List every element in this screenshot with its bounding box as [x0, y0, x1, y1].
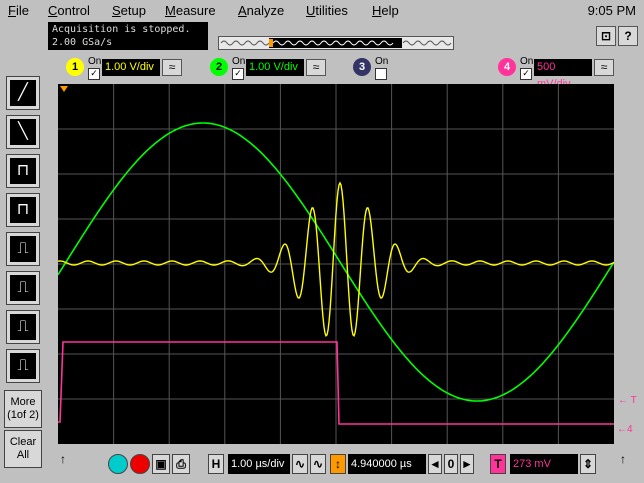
- channel-3-badge[interactable]: 3: [353, 58, 371, 76]
- trigger-sidebar: ╱ ╲ ⊓ ⊓ ⎍ ⎍ ⎍ ⎍ More (1of 2) Clear All: [0, 60, 46, 470]
- pulse-width-trigger-button[interactable]: ⊓: [6, 193, 40, 227]
- delay-zero-button[interactable]: 0: [444, 454, 458, 474]
- menu-control[interactable]: Control: [48, 3, 90, 18]
- channel-4-checkbox[interactable]: ✓: [520, 68, 532, 80]
- channel-4-ground-num: 4: [627, 424, 633, 435]
- more-button[interactable]: More (1of 2): [4, 390, 42, 428]
- stop-button[interactable]: [130, 454, 150, 474]
- channel-3-group: 3 On: [353, 56, 393, 80]
- channel-1-checkbox[interactable]: ✓: [88, 68, 100, 80]
- delay-right-button[interactable]: ►: [460, 454, 474, 474]
- channel-4-badge[interactable]: 4: [498, 58, 516, 76]
- menu-help[interactable]: Help: [372, 3, 399, 18]
- channel-3-on-label: On: [375, 56, 389, 67]
- falling-edge-trigger-button[interactable]: ╲: [6, 115, 40, 149]
- channel-2-checkbox[interactable]: ✓: [232, 68, 244, 80]
- waveform-display[interactable]: [57, 84, 615, 444]
- memory-overview-bar[interactable]: [218, 36, 454, 50]
- pulse-width-icon: ⊓: [10, 197, 36, 223]
- pattern-icon: ⎍: [10, 236, 36, 262]
- channel-1-settings-button[interactable]: ≈: [162, 59, 182, 76]
- channel-2-scale[interactable]: 1.00 V/div: [246, 59, 304, 76]
- menu-setup[interactable]: Setup: [112, 3, 146, 18]
- channel-2-settings-button[interactable]: ≈: [306, 59, 326, 76]
- channel-1-scale[interactable]: 1.00 V/div: [102, 59, 160, 76]
- trigger-level-field[interactable]: 273 mV: [510, 454, 578, 474]
- falling-edge-icon: ╲: [10, 119, 36, 145]
- horizontal-button[interactable]: H: [208, 454, 224, 474]
- overview-window-waveform: [272, 40, 394, 46]
- timeout-trigger-button[interactable]: ⎍: [6, 310, 40, 344]
- channel-row: 1 On ✓ 1.00 V/div ≈ 2 On ✓ 1.00 V/div ≈ …: [48, 52, 644, 90]
- timeout-icon: ⎍: [10, 314, 36, 340]
- menu-analyze[interactable]: Analyze: [238, 3, 284, 18]
- run-button[interactable]: [108, 454, 128, 474]
- timebase-field[interactable]: 1.00 µs/div: [228, 454, 290, 474]
- rising-edge-trigger-button[interactable]: ╱: [6, 76, 40, 110]
- clear-all-button[interactable]: Clear All: [4, 430, 42, 468]
- window-icon: ⎍: [10, 353, 36, 379]
- window-trigger-button[interactable]: ⎍: [6, 349, 40, 383]
- timebase-decrease-button[interactable]: ∿: [292, 454, 308, 474]
- channel-4-group: 4 On ✓ 500 mV/div ≈: [498, 56, 638, 90]
- channel-2-badge[interactable]: 2: [210, 58, 228, 76]
- overview-window[interactable]: [269, 38, 402, 48]
- channel-2-group: 2 On ✓ 1.00 V/div ≈: [210, 56, 340, 80]
- menu-file[interactable]: File: [8, 3, 29, 18]
- status-panel: Acquisition is stopped. 2.00 GSa/s: [48, 22, 208, 50]
- trigger-level-marker: ← T: [618, 395, 637, 406]
- channel-4-settings-button[interactable]: ≈: [594, 59, 614, 76]
- glitch-icon: ⊓: [10, 158, 36, 184]
- channel-1-group: 1 On ✓ 1.00 V/div ≈: [66, 56, 196, 80]
- delay-left-button[interactable]: ◄: [428, 454, 442, 474]
- state-icon: ⎍: [10, 275, 36, 301]
- timebase-increase-button[interactable]: ∿: [310, 454, 326, 474]
- status-sample-rate: 2.00 GSa/s: [52, 37, 113, 48]
- delay-field[interactable]: 4.940000 µs: [348, 454, 426, 474]
- state-trigger-button[interactable]: ⎍: [6, 271, 40, 305]
- maximize-button[interactable]: ⊡: [596, 26, 616, 46]
- print-icon[interactable]: ⎙: [172, 454, 190, 474]
- channel-4-scale[interactable]: 500 mV/div: [534, 59, 592, 90]
- channel-4-ground-marker: ←4: [617, 424, 633, 435]
- trigger-position-marker: [60, 86, 68, 92]
- trigger-source-button[interactable]: T: [490, 454, 506, 474]
- menu-bar: File Control Setup Measure Analyze Utili…: [0, 0, 644, 22]
- overview-trigger-marker: [269, 39, 273, 47]
- menu-utilities[interactable]: Utilities: [306, 3, 348, 18]
- glitch-trigger-button[interactable]: ⊓: [6, 154, 40, 188]
- help-button[interactable]: ?: [618, 26, 638, 46]
- channel-4-on-label: On: [520, 56, 534, 67]
- channel-1-on-label: On: [88, 56, 102, 67]
- trigger-level-spinner[interactable]: ⇕: [580, 454, 596, 474]
- status-acquisition: Acquisition is stopped.: [52, 24, 191, 35]
- pattern-trigger-button[interactable]: ⎍: [6, 232, 40, 266]
- channel-2-on-label: On: [232, 56, 246, 67]
- delay-marker-icon: ↕: [330, 454, 346, 474]
- rising-edge-icon: ╱: [10, 80, 36, 106]
- bottom-toolbar: ▣ ⎙ H 1.00 µs/div ∿ ∿ ↕ 4.940000 µs ◄ 0 …: [48, 450, 644, 483]
- channel-3-checkbox[interactable]: [375, 68, 387, 80]
- channel-1-badge[interactable]: 1: [66, 58, 84, 76]
- channel-4-ground-arrow: ←: [617, 424, 627, 435]
- menu-measure[interactable]: Measure: [165, 3, 216, 18]
- single-button[interactable]: ▣: [152, 454, 170, 474]
- clock: 9:05 PM: [587, 3, 636, 18]
- waveform-graticule: [57, 84, 615, 444]
